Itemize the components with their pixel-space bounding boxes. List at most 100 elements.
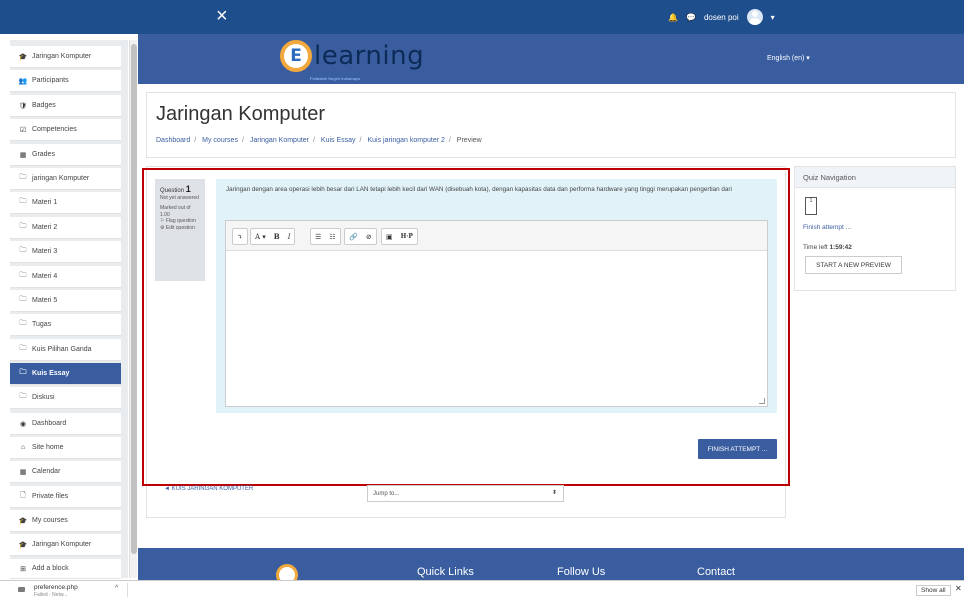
jump-to-select[interactable]: Jump to... ⬍ — [367, 485, 564, 502]
download-file-name[interactable]: preference.php — [34, 584, 78, 591]
sidebar-item-calendar[interactable]: ▦ Calendar — [10, 461, 121, 483]
table-icon: ▦ — [19, 151, 27, 159]
sidebar-item-label: Jaringan Komputer — [32, 541, 92, 548]
breadcrumb: Dashboard / My courses / Jaringan Komputer… — [156, 137, 482, 144]
messages-icon[interactable]: 💬 — [686, 13, 696, 22]
notification-bell-icon[interactable]: 🔔 — [668, 13, 678, 22]
quiz-navigation-title: Quiz Navigation — [795, 167, 955, 188]
sidebar-item-jaringan-komputer[interactable]: 🎓 Jaringan Komputer — [10, 534, 121, 556]
sidebar-item-kuis-essay[interactable]: 🗀 Kuis Essay — [10, 363, 121, 385]
folder-icon: 🗀 — [19, 345, 27, 352]
sidebar-item-competencies[interactable]: ☑ Competencies — [10, 119, 121, 141]
close-drawer-icon[interactable]: × — [216, 6, 228, 26]
language-selector[interactable]: English (en) ▾ — [767, 54, 810, 62]
sidebar-item-label: Private files — [32, 493, 69, 500]
logo-subtitle: Politeknik Negeri Indramayu — [310, 76, 361, 81]
sidebar-item-tugas[interactable]: 🗀 Tugas — [10, 314, 121, 336]
sidebar-item-materi-2[interactable]: 🗀 Materi 2 — [10, 217, 121, 239]
folder-icon: 🗀 — [19, 296, 27, 303]
graduation-cap-icon: 🎓 — [18, 517, 28, 525]
sidebar-item-label: Competencies — [32, 126, 77, 133]
sidebar-item-label: Tugas — [32, 321, 52, 328]
sidebar-item-kuis-pilihan-ganda[interactable]: 🗀 Kuis Pilihan Ganda — [10, 339, 121, 361]
sidebar-item-jaringan-komputer[interactable]: 🗀 jaringan Komputer — [10, 168, 121, 190]
finish-attempt-link[interactable]: Finish attempt ... — [803, 224, 851, 231]
breadcrumb-my-courses[interactable]: My courses — [202, 137, 238, 144]
home-icon: ⌂ — [20, 444, 26, 451]
select-arrow-icon: ⬍ — [551, 490, 557, 496]
folder-icon: 🗀 — [19, 393, 27, 400]
footer-quick-links[interactable]: Quick Links — [417, 566, 474, 578]
sidebar-item-materi-3[interactable]: 🗀 Materi 3 — [10, 241, 121, 263]
sidebar-item-label: Materi 2 — [32, 224, 58, 231]
sidebar-item-label: Participants — [32, 77, 69, 84]
download-file-icon — [18, 587, 25, 592]
highlight-box — [142, 168, 790, 486]
sidebar-item-label: Materi 1 — [32, 199, 58, 206]
top-navbar: × 🔔 💬 dosen poi ▾ — [0, 0, 964, 34]
sidebar-item-label: Calendar — [32, 468, 61, 475]
jump-to-value: Jump to... — [373, 490, 400, 497]
prev-activity-link[interactable]: ◄ KUIS JARINGAN KOMPUTER — [164, 486, 253, 492]
folder-icon: 🗀 — [19, 247, 27, 254]
start-new-preview-button[interactable]: START A NEW PREVIEW — [805, 256, 902, 274]
sidebar-item-add-a-block[interactable]: ⊞ Add a block — [10, 559, 121, 579]
page-header: Jaringan Komputer Dashboard / My courses /… — [146, 92, 956, 158]
sidebar-item-label: Kuis Essay — [32, 370, 70, 377]
graduation-cap-icon: 🎓 — [18, 541, 28, 549]
breadcrumb-dashboard[interactable]: Dashboard — [156, 137, 190, 144]
breadcrumb-section[interactable]: Kuis Essay — [321, 137, 356, 144]
sidebar-scrollbar[interactable] — [129, 40, 137, 578]
chevron-up-icon[interactable]: ^ — [115, 585, 118, 592]
sidebar-item-jaringan-komputer[interactable]: 🎓 Jaringan Komputer — [10, 46, 121, 68]
sidebar-item-diskusi[interactable]: 🗀 Diskusi — [10, 387, 121, 409]
sidebar-item-label: My courses — [32, 517, 68, 524]
page-title: Jaringan Komputer — [156, 103, 325, 125]
sidebar-item-dashboard[interactable]: ◉ Dashboard — [10, 413, 121, 435]
sidebar-item-label: Add a block — [32, 565, 69, 572]
user-name[interactable]: dosen poi — [704, 13, 739, 22]
breadcrumb-course[interactable]: Jaringan Komputer — [250, 137, 309, 144]
sidebar-item-materi-1[interactable]: 🗀 Materi 1 — [10, 192, 121, 214]
question-nav-button[interactable]: 1 — [805, 197, 817, 215]
sidebar-item-site-home[interactable]: ⌂ Site home — [10, 437, 121, 459]
scrollbar-thumb[interactable] — [131, 44, 137, 554]
sidebar-item-my-courses[interactable]: 🎓 My courses — [10, 510, 121, 532]
folder-icon: 🗀 — [19, 223, 27, 230]
show-all-button[interactable]: Show all — [916, 585, 951, 596]
sidebar-item-label: Site home — [32, 444, 64, 451]
folder-icon: 🗀 — [19, 272, 27, 279]
close-icon[interactable]: ✕ — [955, 584, 962, 593]
avatar[interactable] — [746, 9, 763, 25]
breadcrumb-preview: Preview — [456, 137, 482, 144]
file-icon: 🗋 — [20, 492, 26, 499]
graduation-cap-icon: 🎓 — [18, 53, 28, 61]
site-logo[interactable]: E learning — [280, 40, 424, 72]
badge-icon: 🛡 — [18, 102, 28, 110]
sidebar-item-label: jaringan Komputer — [32, 175, 90, 182]
sidebar-item-label: Materi 3 — [32, 248, 58, 255]
sidebar-item-label: Badges — [32, 102, 56, 109]
sidebar-item-materi-4[interactable]: 🗀 Materi 4 — [10, 266, 121, 288]
sidebar-item-label: Dashboard — [32, 420, 67, 427]
sidebar-item-label: Grades — [32, 151, 55, 158]
sidebar-item-label: Kuis Pilihan Ganda — [32, 346, 92, 353]
download-bar: preference.php Failed - Netw... ^ Show a… — [0, 580, 964, 598]
sidebar-item-private-files[interactable]: 🗋 Private files — [10, 486, 121, 508]
divider — [127, 583, 128, 597]
sidebar-item-participants[interactable]: 👥 Participants — [10, 70, 121, 92]
logo-text: learning — [314, 41, 425, 71]
folder-icon: 🗀 — [19, 174, 27, 181]
breadcrumb-quiz[interactable]: Kuis jaringan komputer 2 — [367, 137, 444, 144]
time-left: Time left 1:59:42 — [803, 244, 852, 251]
sidebar-item-label: Materi 5 — [32, 297, 58, 304]
dashboard-icon: ◉ — [19, 420, 27, 428]
sidebar-item-materi-5[interactable]: 🗀 Materi 5 — [10, 290, 121, 312]
sidebar-item-badges[interactable]: 🛡 Badges — [10, 95, 121, 117]
site-banner: E learning Politeknik Negeri Indramayu E… — [138, 34, 964, 84]
footer-contact[interactable]: Contact — [697, 566, 735, 578]
sidebar-item-grades[interactable]: ▦ Grades — [10, 144, 121, 166]
footer-follow-us[interactable]: Follow Us — [557, 566, 605, 578]
chevron-down-icon[interactable]: ▾ — [771, 13, 775, 22]
folder-icon: 🗀 — [19, 198, 27, 205]
